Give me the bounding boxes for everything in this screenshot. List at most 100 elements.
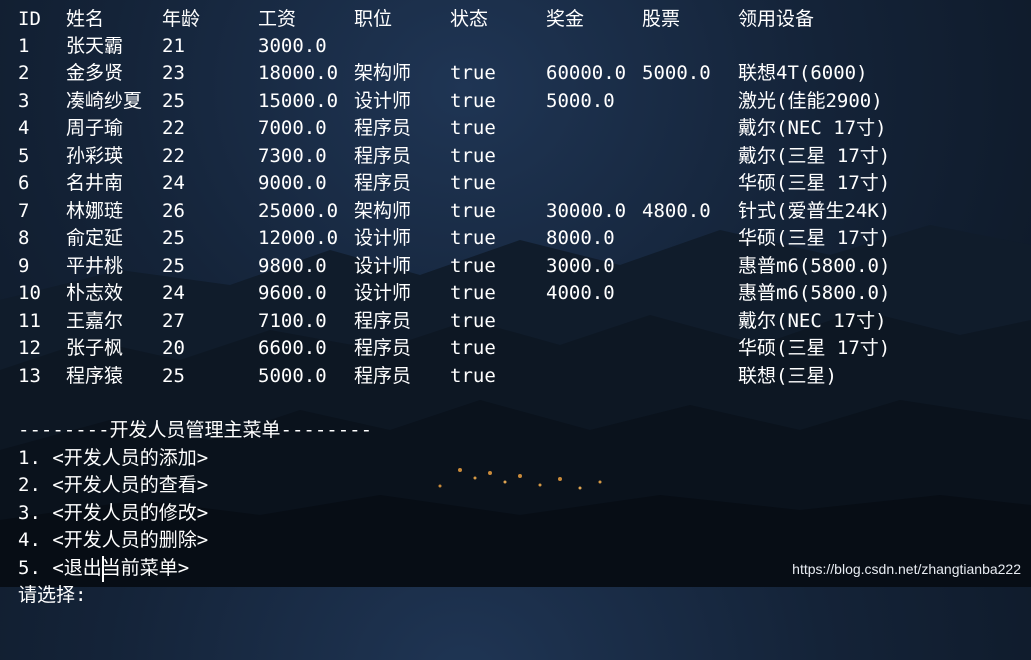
cell-status: true [450,90,496,112]
cell-equipment: 戴尔(NEC 17寸) [738,117,887,139]
cell-name: 周子瑜 [66,117,124,139]
cell-name: 金多贤 [66,62,124,84]
cell-position: 架构师 [354,200,412,222]
cell-position: 设计师 [354,255,412,277]
cell-name: 俞定延 [66,227,124,249]
cell-equipment: 针式(爱普生24K) [738,200,891,222]
cell-bonus: 8000.0 [546,227,615,249]
cell-salary: 7000.0 [258,117,327,139]
table-row: 5 孙彩瑛 22 7300.0 程序员 true 戴尔(三星 17寸) [0,143,1031,170]
cell-salary: 9800.0 [258,255,327,277]
cell-age: 24 [162,172,185,194]
cell-equipment: 戴尔(三星 17寸) [738,145,891,167]
cell-salary: 9000.0 [258,172,327,194]
text-cursor [102,556,104,582]
table-row: 2 金多贤 23 18000.0 架构师 true 60000.0 5000.0… [0,60,1031,87]
header-position: 职位 [354,8,393,30]
table-row: 8 俞定延 25 12000.0 设计师 true 8000.0 华硕(三星 1… [0,225,1031,252]
table-row: 9 平井桃 25 9800.0 设计师 true 3000.0 惠普m6(580… [0,253,1031,280]
cell-id: 1 [18,35,30,57]
header-salary: 工资 [258,8,297,30]
cell-bonus: 5000.0 [546,90,615,112]
cell-salary: 9600.0 [258,282,327,304]
cell-id: 8 [18,227,30,249]
table-row: 7 林娜琏 26 25000.0 架构师 true 30000.0 4800.0… [0,198,1031,225]
cell-position: 程序员 [354,365,412,387]
header-age: 年龄 [162,8,201,30]
table-row: 13 程序猿 25 5000.0 程序员 true 联想(三星) [0,363,1031,390]
cell-equipment: 激光(佳能2900) [738,90,883,112]
cell-age: 22 [162,145,185,167]
cell-id: 6 [18,172,30,194]
cell-id: 4 [18,117,30,139]
table-row: 12 张子枫 20 6600.0 程序员 true 华硕(三星 17寸) [0,335,1031,362]
cell-id: 12 [18,337,41,359]
cell-id: 10 [18,282,41,304]
cell-status: true [450,365,496,387]
cell-salary: 25000.0 [258,200,339,222]
cell-salary: 5000.0 [258,365,327,387]
cell-name: 程序猿 [66,365,124,387]
cell-id: 5 [18,145,30,167]
cell-status: true [450,337,496,359]
table-row: 11 王嘉尔 27 7100.0 程序员 true 戴尔(NEC 17寸) [0,308,1031,335]
cell-name: 平井桃 [66,255,124,277]
cell-salary: 7100.0 [258,310,327,332]
cell-name: 张子枫 [66,337,124,359]
menu-option-exit: 5. <退出当前菜单> [0,528,1031,579]
table-header-row: ID 姓名 年龄 工资 职位 状态 奖金 股票 领用设备 [0,6,1031,33]
cell-name: 林娜琏 [66,200,124,222]
prompt-label: 请选择: [18,584,87,606]
cell-salary: 12000.0 [258,227,339,249]
cell-age: 23 [162,62,185,84]
cell-id: 13 [18,365,41,387]
menu-option-delete: 4. <开发人员的删除> [0,500,1031,551]
cell-name: 王嘉尔 [66,310,124,332]
cell-bonus: 3000.0 [546,255,615,277]
cell-status: true [450,282,496,304]
cell-age: 22 [162,117,185,139]
table-row: 6 名井南 24 9000.0 程序员 true 华硕(三星 17寸) [0,170,1031,197]
cell-id: 2 [18,62,30,84]
header-stock: 股票 [642,8,681,30]
cell-equipment: 惠普m6(5800.0) [738,282,891,304]
cell-age: 25 [162,365,185,387]
header-bonus: 奖金 [546,8,585,30]
header-equipment: 领用设备 [738,8,815,30]
cell-position: 设计师 [354,227,412,249]
menu-option-add: 1. <开发人员的添加> [0,418,1031,469]
cell-bonus: 4000.0 [546,282,615,304]
cell-id: 9 [18,255,30,277]
cell-salary: 3000.0 [258,35,327,57]
cell-status: true [450,117,496,139]
cell-status: true [450,172,496,194]
cell-bonus: 30000.0 [546,200,627,222]
cell-id: 3 [18,90,30,112]
cell-position: 程序员 [354,310,412,332]
cell-position: 程序员 [354,117,412,139]
cell-status: true [450,255,496,277]
cell-status: true [450,310,496,332]
header-id: ID [18,8,41,30]
cell-age: 26 [162,200,185,222]
cell-equipment: 联想4T(6000) [738,62,868,84]
cell-equipment: 华硕(三星 17寸) [738,337,891,359]
cell-id: 11 [18,310,41,332]
terminal-window: ID 姓名 年龄 工资 职位 状态 奖金 股票 领用设备 1 张天霸 21 30… [0,0,1031,606]
cell-status: true [450,145,496,167]
cell-stock: 5000.0 [642,62,711,84]
cell-equipment: 惠普m6(5800.0) [738,255,891,277]
cell-salary: 15000.0 [258,90,339,112]
prompt-line[interactable]: 请选择: [0,555,1031,606]
cell-age: 25 [162,90,185,112]
menu-title-line: --------开发人员管理主菜单-------- [0,390,1031,441]
cell-age: 20 [162,337,185,359]
cell-status: true [450,62,496,84]
cell-stock: 4800.0 [642,200,711,222]
cell-position: 程序员 [354,172,412,194]
cell-name: 孙彩瑛 [66,145,124,167]
table-row: 1 张天霸 21 3000.0 [0,33,1031,60]
cell-position: 设计师 [354,90,412,112]
cell-salary: 7300.0 [258,145,327,167]
cell-name: 朴志效 [66,282,124,304]
